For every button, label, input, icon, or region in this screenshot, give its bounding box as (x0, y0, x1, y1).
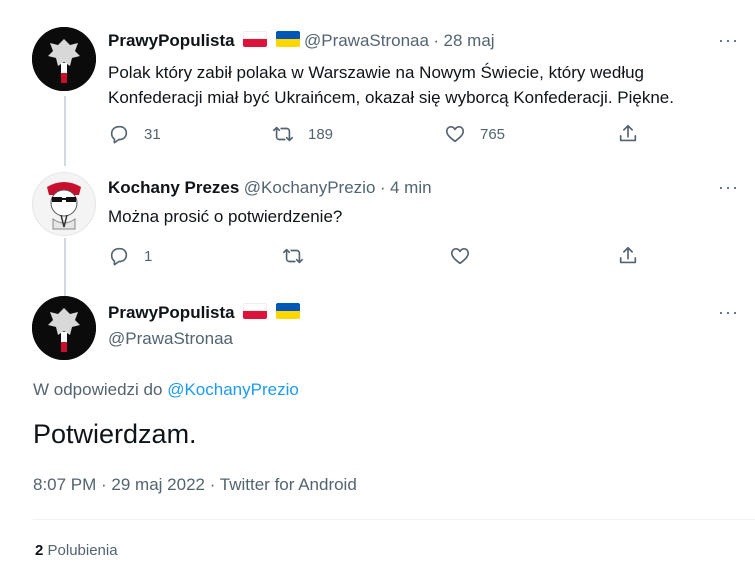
reply-prefix: W odpowiedzi do (33, 380, 163, 399)
more-icon[interactable]: ··· (718, 302, 739, 323)
avatar-prawypopulista[interactable] (32, 27, 96, 91)
likes-stat[interactable]: 2 Polubienia (35, 542, 118, 559)
avatar-kochanyprezes[interactable] (32, 172, 96, 236)
tweet-text: Można prosić o potwierdzenie? (108, 207, 343, 226)
flag-ukraine-icon (275, 31, 300, 47)
reply-button[interactable]: 1 (108, 245, 152, 267)
like-count: 765 (480, 125, 506, 143)
divider (33, 519, 755, 520)
share-button[interactable] (617, 123, 639, 145)
like-icon (445, 126, 465, 143)
avatar-prawypopulista[interactable] (32, 296, 96, 360)
share-icon (619, 124, 637, 142)
main-tweet-text: Potwierdzam. (33, 419, 197, 449)
more-icon[interactable]: ··· (718, 30, 739, 51)
reply-icon (110, 125, 128, 144)
separator-dot: · (433, 31, 440, 50)
reply-count: 1 (144, 247, 153, 265)
likes-stat-count: 2 (35, 542, 44, 559)
like-icon (450, 248, 470, 265)
retweet-button[interactable] (282, 245, 304, 267)
thread-line (64, 96, 66, 166)
author-handle[interactable]: @PrawaStronaa (108, 329, 233, 349)
tweet-timestamp[interactable]: 8:07 PM · 29 maj 2022 · Twitter for Andr… (33, 475, 357, 495)
thread-line (64, 238, 66, 296)
separator-dot: · (379, 178, 386, 197)
author-handle[interactable]: @KochanyPrezio (244, 178, 376, 197)
author-handle[interactable]: @PrawaStronaa (304, 31, 429, 50)
likes-stat-label: Polubienia (47, 542, 118, 559)
tweet-time[interactable]: 28 maj (444, 31, 495, 50)
flag-poland-icon (243, 303, 268, 319)
reply-to-link[interactable]: @KochanyPrezio (167, 380, 299, 399)
share-icon (619, 246, 637, 264)
reply-icon (110, 247, 128, 266)
like-button[interactable]: 765 (444, 123, 505, 145)
reply-button[interactable]: 31 (108, 123, 161, 145)
tweet-text-line-1: Polak który zabił polaka w Warszawie na … (108, 63, 645, 82)
author-name[interactable]: PrawyPopulista (108, 303, 235, 322)
reply-context: W odpowiedzi do @KochanyPrezio (33, 380, 299, 400)
retweet-button[interactable]: 189 (272, 123, 333, 145)
tweet-time[interactable]: 4 min (390, 178, 432, 197)
retweet-icon (273, 126, 293, 142)
like-button[interactable] (449, 245, 471, 267)
tweet-text-line-2: Konfederacji miał być Ukraińcem, okazał … (108, 88, 674, 107)
retweet-count: 189 (308, 125, 334, 143)
flag-poland-icon (243, 31, 268, 47)
author-name[interactable]: PrawyPopulista (108, 31, 235, 50)
more-icon[interactable]: ··· (718, 177, 739, 198)
reply-count: 31 (144, 125, 161, 143)
retweet-icon (283, 248, 303, 264)
author-name[interactable]: Kochany Prezes (108, 178, 239, 197)
tweet-text: Polak który zabił polaka w Warszawie na … (108, 60, 674, 110)
share-button[interactable] (617, 245, 639, 267)
flag-ukraine-icon (275, 303, 300, 319)
